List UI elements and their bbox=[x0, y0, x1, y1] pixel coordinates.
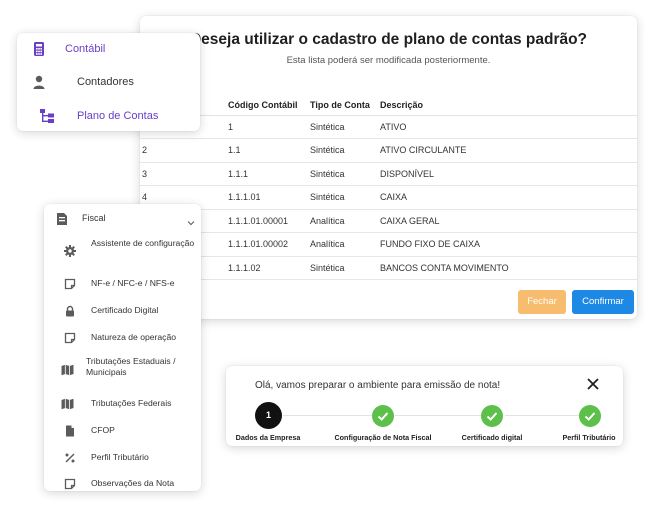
fiscal-item-label: Tributações Estaduais / Municipais bbox=[86, 356, 176, 377]
table-row[interactable]: 2 1.1 Sintética ATIVO CIRCULANTE bbox=[140, 138, 637, 163]
fiscal-menu-header[interactable]: Fiscal bbox=[44, 209, 201, 229]
cell-descricao: DISPONÍVEL bbox=[376, 162, 637, 186]
table-row[interactable]: 4 1.1.1.01 Sintética CAIXA bbox=[140, 185, 637, 210]
fiscal-item-assistente[interactable]: Assistente de configuração bbox=[44, 237, 201, 263]
close-icon[interactable] bbox=[585, 376, 601, 392]
fechar-button[interactable]: Fechar bbox=[518, 290, 566, 314]
step-label: Dados da Empresa bbox=[235, 433, 301, 442]
check-icon bbox=[486, 412, 498, 421]
fiscal-item-observacoes[interactable]: Observações da Nota bbox=[44, 475, 201, 491]
step-label: Configuração de Nota Fiscal bbox=[334, 433, 432, 442]
cell-codigo-contabil: 1.1.1.01.00001 bbox=[224, 209, 306, 233]
fiscal-item-perfil-tributario[interactable]: Perfil Tributário bbox=[44, 449, 201, 465]
nav-item-contadores[interactable]: Contadores bbox=[17, 71, 200, 93]
fiscal-item-label: NF-e / NFC-e / NFS-e bbox=[91, 278, 175, 288]
table-header-row: o Reduzido Código Contábil Tipo de Conta… bbox=[140, 96, 637, 116]
map-icon bbox=[61, 363, 74, 376]
fiscal-item-label: Perfil Tributário bbox=[91, 452, 149, 462]
cell-codigo-contabil: 1.1.1.02 bbox=[224, 256, 306, 280]
lock-icon bbox=[64, 304, 76, 317]
confirmar-button[interactable]: Confirmar bbox=[572, 290, 634, 314]
document-icon bbox=[64, 424, 76, 437]
fiscal-item-tributacoes-federais[interactable]: Tributações Federais bbox=[44, 395, 201, 411]
modal-subtitle: Esta lista poderá ser modificada posteri… bbox=[286, 55, 491, 66]
step-connector bbox=[395, 415, 487, 416]
cell-tipo-conta: Analítica bbox=[306, 209, 376, 233]
cell-tipo-conta: Sintética bbox=[306, 115, 376, 139]
nav-item-label: Plano de Contas bbox=[77, 110, 159, 122]
cell-tipo-conta: Sintética bbox=[306, 138, 376, 163]
contabil-nav-card: Contábil Contadores Plano de Contas bbox=[17, 33, 200, 131]
cell-descricao: FUNDO FIXO DE CAIXA bbox=[376, 232, 637, 257]
col-descricao: Descrição bbox=[376, 96, 637, 116]
table-row[interactable]: 1.1.1.02 Sintética BANCOS CONTA MOVIMENT… bbox=[140, 256, 637, 280]
nav-item-label: Contadores bbox=[77, 76, 134, 88]
col-codigo-contabil: Código Contábil bbox=[224, 96, 306, 116]
fiscal-item-label: Natureza de operação bbox=[91, 332, 177, 342]
step-1-current[interactable]: 1 bbox=[255, 402, 282, 429]
step-3-done[interactable] bbox=[481, 405, 503, 427]
cell-codigo-contabil: 1.1.1 bbox=[224, 162, 306, 186]
fiscal-menu-card: Fiscal Assistente de configuração NF-e /… bbox=[44, 204, 201, 491]
cell-codigo-contabil: 1 bbox=[224, 115, 306, 139]
table-row[interactable]: 1.1.1.01.00002 Analítica FUNDO FIXO DE C… bbox=[140, 232, 637, 257]
hierarchy-icon bbox=[39, 108, 55, 124]
cell-descricao: CAIXA bbox=[376, 185, 637, 210]
step-4-done[interactable] bbox=[579, 405, 601, 427]
table-row[interactable]: 1 1 Sintética ATIVO bbox=[140, 115, 637, 139]
nav-item-contabil[interactable]: Contábil bbox=[17, 38, 200, 60]
calculator-icon bbox=[31, 41, 47, 57]
step-connector bbox=[283, 415, 378, 416]
col-tipo-conta: Tipo de Conta bbox=[306, 96, 376, 116]
cell-codigo-contabil: 1.1 bbox=[224, 138, 306, 163]
cell-descricao: CAIXA GERAL bbox=[376, 209, 637, 233]
receipt-icon bbox=[56, 212, 68, 226]
fiscal-item-label: Assistente de configuração bbox=[91, 238, 195, 248]
cell-descricao: ATIVO CIRCULANTE bbox=[376, 138, 637, 163]
fiscal-item-cfop[interactable]: CFOP bbox=[44, 422, 201, 438]
fiscal-header-label: Fiscal bbox=[82, 213, 106, 223]
nav-item-plano-de-contas[interactable]: Plano de Contas bbox=[17, 105, 200, 127]
fiscal-item-certificado[interactable]: Certificado Digital bbox=[44, 302, 201, 318]
cell-codigo-reduzido: 3 bbox=[140, 162, 224, 186]
fiscal-item-label: CFOP bbox=[91, 425, 115, 435]
map-icon bbox=[61, 397, 74, 410]
note-icon bbox=[64, 477, 76, 490]
plano-contas-modal: Deseja utilizar o cadastro de plano de c… bbox=[140, 16, 637, 319]
check-icon bbox=[377, 412, 389, 421]
cell-descricao: ATIVO bbox=[376, 115, 637, 139]
accounts-table: o Reduzido Código Contábil Tipo de Conta… bbox=[140, 96, 637, 280]
cell-codigo-contabil: 1.1.1.01 bbox=[224, 185, 306, 210]
step-label: Perfil Tributário bbox=[562, 433, 616, 442]
table-row[interactable]: 3 1.1.1 Sintética DISPONÍVEL bbox=[140, 162, 637, 186]
person-icon bbox=[31, 74, 47, 90]
chevron-down-icon bbox=[187, 214, 195, 226]
step-2-done[interactable] bbox=[372, 405, 394, 427]
cell-tipo-conta: Sintética bbox=[306, 185, 376, 210]
onboarding-message: Olá, vamos preparar o ambiente para emis… bbox=[255, 380, 501, 391]
percent-icon bbox=[64, 451, 76, 463]
step-label: Certificado digital bbox=[461, 433, 523, 442]
gear-icon bbox=[64, 244, 76, 257]
note-icon bbox=[64, 331, 76, 344]
cell-tipo-conta: Analítica bbox=[306, 232, 376, 257]
cell-codigo-reduzido: 2 bbox=[140, 138, 224, 163]
fiscal-item-label: Tributações Federais bbox=[91, 398, 172, 408]
fiscal-item-label: Certificado Digital bbox=[91, 305, 159, 315]
fiscal-item-tributacoes-estaduais[interactable]: Tributações Estaduais / Municipais bbox=[44, 355, 201, 381]
step-connector bbox=[505, 415, 585, 416]
fiscal-item-natureza[interactable]: Natureza de operação bbox=[44, 329, 201, 345]
fiscal-item-label: Observações da Nota bbox=[91, 478, 175, 488]
table-row[interactable]: 1.1.1.01.00001 Analítica CAIXA GERAL bbox=[140, 209, 637, 233]
cell-codigo-contabil: 1.1.1.01.00002 bbox=[224, 232, 306, 257]
modal-title: Deseja utilizar o cadastro de plano de c… bbox=[189, 31, 588, 48]
cell-descricao: BANCOS CONTA MOVIMENTO bbox=[376, 256, 637, 280]
check-icon bbox=[584, 412, 596, 421]
onboarding-card: Olá, vamos preparar o ambiente para emis… bbox=[226, 366, 623, 446]
fiscal-item-nfe[interactable]: NF-e / NFC-e / NFS-e bbox=[44, 275, 201, 291]
cell-tipo-conta: Sintética bbox=[306, 256, 376, 280]
note-icon bbox=[64, 277, 76, 290]
cell-tipo-conta: Sintética bbox=[306, 162, 376, 186]
nav-item-label: Contábil bbox=[65, 43, 106, 55]
